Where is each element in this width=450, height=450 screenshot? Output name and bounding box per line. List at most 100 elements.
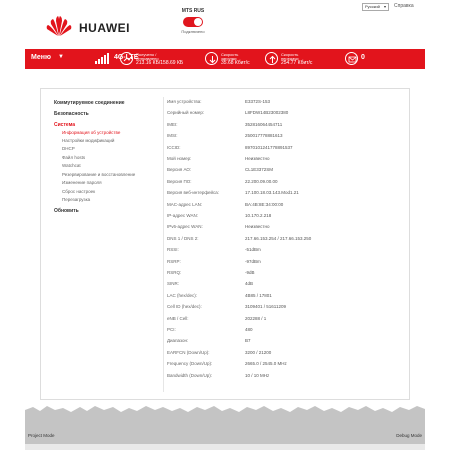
help-link[interactable]: Справка	[394, 3, 414, 9]
menu-button[interactable]: Меню	[31, 54, 51, 61]
info-row: IPv6-адрес WAN: Неизвестно	[167, 224, 397, 234]
nav-item[interactable]: Система	[54, 122, 75, 128]
info-row: Версия ПО: 22.200.09.00.00	[167, 179, 397, 189]
upload-speed: 254.77 Кбит/с	[281, 60, 313, 66]
nav-item[interactable]: Перезагрузка	[62, 197, 90, 202]
brand-name: HUAWEI	[79, 21, 130, 35]
info-key: Версия ПО:	[167, 178, 192, 184]
messages-icon[interactable]	[345, 52, 358, 65]
messages-count[interactable]: 0	[361, 54, 365, 61]
info-row: RSSI: -51dBm	[167, 247, 397, 257]
signal-strength-icon	[95, 53, 109, 64]
status-bar: Меню ▼ 4G-LTE Получено / Отправлено 213.…	[25, 49, 425, 69]
nav-item[interactable]: Информация об устройстве	[62, 130, 120, 135]
nav-item[interactable]: Файл hosts	[62, 155, 85, 160]
info-key: Версия веб-интерфейса:	[167, 190, 220, 196]
info-value: 202288 / 1	[245, 315, 267, 321]
info-row: IMSI: 250017778881613	[167, 133, 397, 143]
info-key: SINR:	[167, 281, 180, 287]
info-key: MAC-адрес LAN:	[167, 201, 203, 207]
debug-mode-link[interactable]: Debug Mode	[396, 433, 422, 438]
info-row: Серийный номер: L8FDW14B23002380	[167, 110, 397, 120]
info-key: Bandwidth (Down/Up):	[167, 372, 213, 378]
info-row: EARFCN (Down/Up): 3200 / 21200	[167, 350, 397, 360]
menu-caret-icon[interactable]: ▼	[58, 54, 64, 60]
info-row: RSRQ: -9dB	[167, 270, 397, 280]
connection-state: Подключено	[181, 29, 205, 34]
info-row: eNB / Cell: 202288 / 1	[167, 316, 397, 326]
nav-item[interactable]: Watchcat	[62, 163, 81, 168]
info-key: IP-адрес WAN:	[167, 213, 198, 218]
info-row: Cell ID (hex/dec): 3109401 / 51611209	[167, 304, 397, 314]
chevron-down-icon: ▾	[383, 4, 386, 9]
operator-name: MTS RUS	[181, 8, 205, 14]
info-key: Мой номер:	[167, 156, 192, 161]
info-value: -51dBm	[245, 247, 261, 253]
info-row: IP-адрес WAN: 10.170.2.218	[167, 213, 397, 223]
info-row: PCI: 480	[167, 327, 397, 337]
upload-icon	[265, 52, 278, 65]
download-icon	[205, 52, 218, 65]
main-panel: Коммутируемое соединение Безопасность Сист…	[40, 88, 410, 400]
info-value: 17.100.18.03.143.Mod1.21	[245, 190, 299, 196]
info-row: SINR: 4dB	[167, 281, 397, 291]
language-select[interactable]: Русский ▾	[362, 3, 389, 11]
nav-item[interactable]: Резервирование и восстановление	[62, 172, 135, 177]
nav-item[interactable]: Настройки модификаций	[62, 138, 114, 143]
info-value: 250017778881613	[245, 133, 283, 139]
info-value: E3372S-153	[245, 99, 271, 104]
info-key: IMEI:	[167, 121, 178, 127]
nav-item[interactable]: DHCP	[62, 146, 75, 151]
nav-item[interactable]: Сброс настроек	[62, 189, 95, 194]
nav-item[interactable]: Коммутируемое соединение	[54, 100, 125, 106]
info-key: Версия АО:	[167, 167, 192, 173]
nav-item[interactable]: Обновить	[54, 208, 79, 214]
info-row: Версия АО: CL1E3372SM	[167, 167, 397, 177]
info-value: 2665.0 / 2545.0 MHz	[245, 361, 287, 367]
traffic-value: 213.16 КБ/158.69 КБ	[136, 60, 184, 66]
info-row: Frequency (Down/Up): 2665.0 / 2545.0 MHz	[167, 361, 397, 371]
info-key: eNB / Cell:	[167, 315, 189, 321]
info-key: LAC (hex/dec):	[167, 292, 198, 298]
info-value: 217.66.153.254 / 217.66.153.250	[245, 235, 312, 241]
info-row: LAC (hex/dec): 4B85 / 17801	[167, 293, 397, 303]
info-value: B7	[245, 338, 251, 344]
info-value: -9dB	[245, 270, 255, 275]
info-row: RSRP: -97dBm	[167, 259, 397, 269]
info-row: Мой номер: Неизвестно	[167, 156, 397, 166]
info-value: 3200 / 21200	[245, 349, 272, 355]
info-key: Диапазон:	[167, 338, 189, 344]
info-row: Версия веб-интерфейса: 17.100.18.03.143.M…	[167, 190, 397, 200]
info-value: 352816064454711	[245, 121, 283, 127]
download-speed: 35.68 Кбит/с	[221, 60, 250, 66]
torn-footer-background	[25, 406, 425, 450]
panel-divider	[163, 97, 164, 392]
info-key: Frequency (Down/Up):	[167, 361, 213, 367]
nav-item[interactable]: Безопасность	[54, 111, 89, 117]
info-key: ICCID:	[167, 144, 181, 150]
connection-toggle[interactable]	[183, 17, 203, 27]
info-row: DNS 1 / DNS 2: 217.66.153.254 / 217.66.15…	[167, 236, 397, 246]
info-row: ICCID: 8970101241778891537	[167, 145, 397, 155]
info-value: 480	[245, 327, 253, 332]
info-value: 4dB	[245, 281, 254, 287]
info-key: RSSI:	[167, 247, 179, 253]
info-value: -97dBm	[245, 258, 261, 264]
info-key: EARFCN (Down/Up):	[167, 349, 210, 355]
info-key: RSRQ:	[167, 270, 182, 275]
traffic-icon	[120, 52, 133, 65]
operator-status: MTS RUS Подключено	[178, 8, 208, 34]
language-value: Русский	[365, 4, 380, 9]
project-mode-link[interactable]: Project Mode	[28, 433, 55, 438]
info-key: RSRP:	[167, 258, 181, 264]
info-row: IMEI: 352816064454711	[167, 122, 397, 132]
info-row: MAC-адрес LAN: BA:4B:8E:34:00:00	[167, 202, 397, 212]
info-key: DNS 1 / DNS 2:	[167, 235, 199, 241]
info-row: Bandwidth (Down/Up): 10 / 10 MHz	[167, 373, 397, 383]
nav-item[interactable]: Изменение пароля	[62, 180, 102, 185]
info-key: Серийный номер:	[167, 110, 205, 116]
info-value: Неизвестно	[245, 156, 270, 161]
info-key: PCI:	[167, 327, 176, 332]
info-value: 22.200.09.00.00	[245, 178, 278, 184]
info-value: BA:4B:8E:34:00:00	[245, 201, 284, 207]
